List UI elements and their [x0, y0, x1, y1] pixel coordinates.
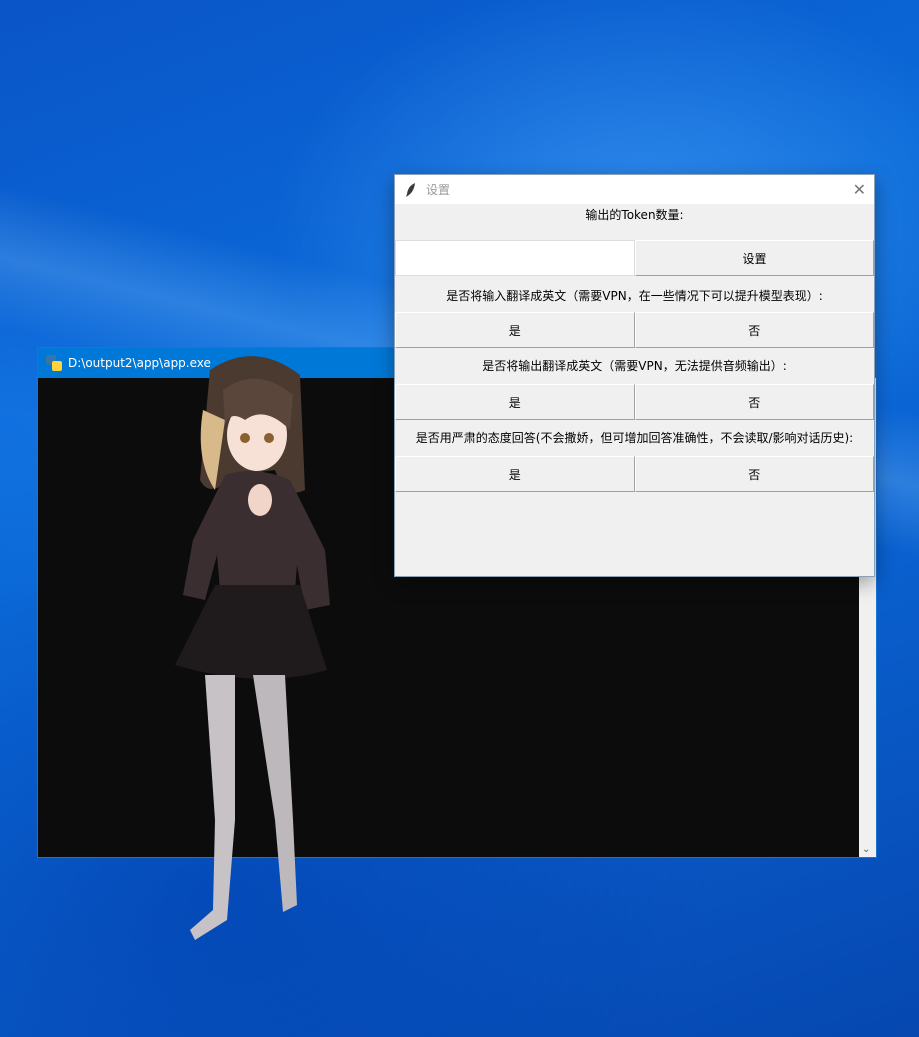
token-count-input[interactable] [395, 240, 635, 276]
set-token-button[interactable]: 设置 [635, 240, 874, 276]
translate-output-label: 是否将输出翻译成英文（需要VPN，无法提供音频输出）: [482, 359, 787, 373]
translate-input-no-button[interactable]: 否 [634, 312, 874, 348]
serious-mode-no-button[interactable]: 否 [634, 456, 874, 492]
token-count-label: 输出的Token数量: [585, 208, 684, 222]
translate-output-row: 是 否 [395, 384, 874, 420]
serious-mode-label: 是否用严肃的态度回答(不会撒娇，但可增加回答准确性，不会读取/影响对话历史): [415, 431, 854, 445]
settings-dialog[interactable]: 设置 ✕ 输出的Token数量: 设置 是否将输入翻译成英文（需要VPN，在一些… [394, 174, 875, 577]
serious-mode-row: 是 否 [395, 456, 874, 492]
translate-output-yes-button[interactable]: 是 [395, 384, 635, 420]
dialog-titlebar[interactable]: 设置 ✕ [395, 175, 874, 204]
feather-icon [406, 182, 415, 197]
translate-input-row: 是 否 [395, 312, 874, 348]
dialog-title: 设置 [426, 183, 451, 197]
python-icon [46, 355, 62, 371]
close-icon[interactable]: ✕ [853, 180, 866, 199]
translate-input-yes-button[interactable]: 是 [395, 312, 635, 348]
anime-character-image [175, 356, 330, 940]
scroll-down-icon[interactable]: ⌄ [862, 844, 870, 855]
serious-mode-yes-button[interactable]: 是 [395, 456, 635, 492]
translate-output-no-button[interactable]: 否 [634, 384, 874, 420]
translate-input-label: 是否将输入翻译成英文（需要VPN，在一些情况下可以提升模型表现）: [446, 289, 823, 303]
token-row: 设置 [395, 240, 874, 276]
